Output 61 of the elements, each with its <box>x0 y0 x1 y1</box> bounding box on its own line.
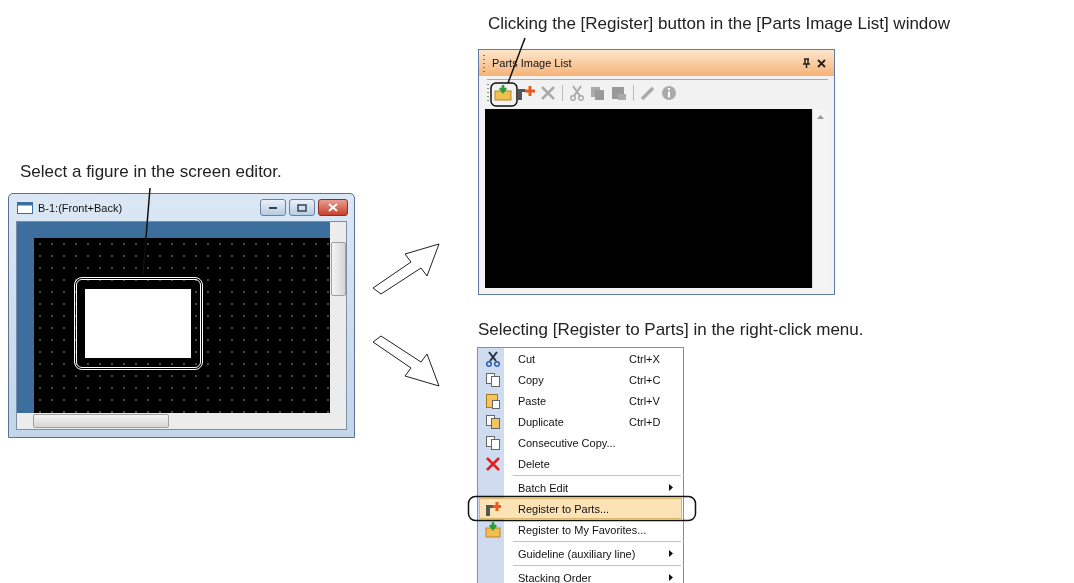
parts-plus-icon <box>485 500 501 517</box>
menu-item-label: Cut <box>517 352 537 365</box>
shortcut-text: Ctrl+C <box>629 373 662 386</box>
caption: Clicking the [Register] button in the [Parts Image List] window <box>488 14 951 34</box>
menu-item-label: Copy <box>517 373 545 386</box>
shortcut-text: Ctrl+V <box>629 394 661 407</box>
duplicate-icon <box>485 413 501 430</box>
menu-item-label: Register to My Favorites... <box>517 523 648 536</box>
copy-icon[interactable] <box>590 85 606 101</box>
menu-item-label: Stacking Order <box>517 571 593 583</box>
menu-item-label: Consecutive Copy... <box>517 436 617 449</box>
paste-icon <box>485 392 501 409</box>
submenu-arrow-icon <box>669 484 673 491</box>
pin-icon[interactable] <box>802 58 811 68</box>
folder-arrow-icon[interactable] <box>494 85 512 101</box>
parts-plus-icon[interactable] <box>517 85 535 101</box>
info-icon[interactable] <box>661 85 677 101</box>
scissors-icon <box>485 350 501 367</box>
folder-arrow-icon <box>485 521 501 538</box>
delete-icon[interactable] <box>540 85 556 101</box>
close-icon[interactable] <box>817 58 826 68</box>
menu-item[interactable]: Cut Ctrl+X <box>479 348 682 369</box>
menu-item[interactable]: Delete <box>479 453 682 474</box>
highlight-outline <box>490 82 518 107</box>
maximize-icon <box>297 203 307 212</box>
menu-item[interactable]: Register to Parts... <box>479 498 682 519</box>
menu-item[interactable]: Duplicate Ctrl+D <box>479 411 682 432</box>
menu-item[interactable]: Register to My Favorites... <box>479 519 682 540</box>
window-title: B-1:(Front+Back) <box>38 201 124 214</box>
menu-item-label: Delete <box>517 457 551 470</box>
window-icon <box>17 201 33 214</box>
horizontal-scrollbar[interactable] <box>17 413 346 429</box>
grip-icon <box>487 83 490 103</box>
menu-item[interactable]: Paste Ctrl+V <box>479 390 682 411</box>
maximize-button[interactable] <box>289 199 315 216</box>
menu-item-label: Paste <box>517 394 548 407</box>
caption: Selecting [Register to Parts] in the right-click menu. <box>478 320 864 340</box>
scroll-thumb[interactable] <box>331 242 346 296</box>
copy-icon <box>485 371 501 388</box>
submenu-arrow-icon <box>669 574 673 581</box>
menu-item[interactable]: Copy Ctrl+C <box>479 369 682 390</box>
scroll-thumb[interactable] <box>33 414 169 428</box>
copy-icon <box>485 434 501 451</box>
close-icon <box>328 203 338 212</box>
menu-item-label: Duplicate <box>517 415 565 428</box>
caption: Select a figure in the screen editor. <box>20 162 282 182</box>
menu-item-label: Batch Edit <box>517 481 570 494</box>
pencil-icon[interactable] <box>640 85 656 101</box>
vertical-scrollbar[interactable] <box>330 222 346 413</box>
shortcut-text: Ctrl+D <box>629 415 662 428</box>
delete-icon <box>485 455 501 472</box>
minimize-button[interactable] <box>260 199 286 216</box>
paste-icon[interactable] <box>611 85 627 101</box>
menu-item-label: Register to Parts... <box>517 502 611 515</box>
shortcut-text: Ctrl+X <box>629 352 661 365</box>
scissors-icon[interactable] <box>569 85 585 101</box>
scroll-up-icon[interactable] <box>817 115 824 119</box>
submenu-arrow-icon <box>669 550 673 557</box>
menu-item[interactable]: Consecutive Copy... <box>479 432 682 453</box>
close-button[interactable] <box>318 199 348 216</box>
menu-item-label: Guideline (auxiliary line) <box>517 547 637 560</box>
